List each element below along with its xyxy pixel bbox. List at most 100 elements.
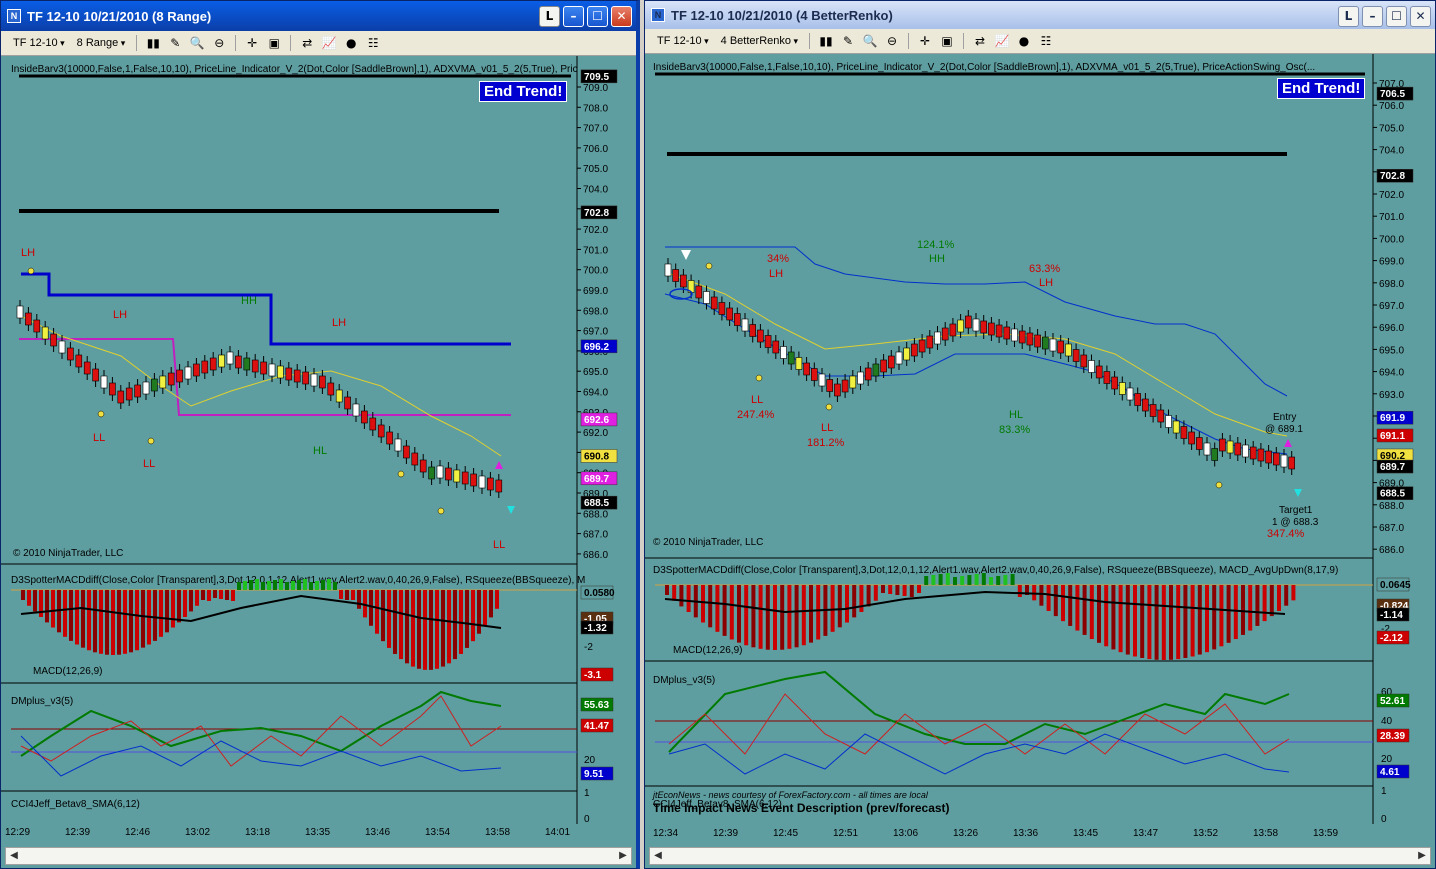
entry-arrow-icon	[1284, 439, 1292, 447]
candle	[117, 390, 125, 404]
drawing-tool-icon[interactable]: ✎	[839, 33, 857, 49]
crosshair-icon[interactable]: ✛	[916, 33, 934, 49]
close-button[interactable]: ✕	[1410, 6, 1431, 27]
time-axis-label: 13:58	[485, 827, 510, 838]
macd-bar	[780, 585, 785, 650]
strategy-icon[interactable]: ⇄	[971, 33, 989, 49]
price-tag-label: 688.5	[1380, 489, 1405, 500]
price-axis-label: 692.0	[583, 428, 608, 439]
zoom-out-icon[interactable]: ⊖	[883, 33, 901, 49]
indicator-tag-label: -3.1	[584, 670, 602, 681]
drawing-tool-icon[interactable]: ✎	[166, 35, 184, 51]
time-axis-label: 13:18	[245, 827, 270, 838]
indicator-tag-label: 0.0580	[584, 588, 615, 599]
chart-toolbar: TF 12-10 8 Range ▮▮ ✎ 🔍 ⊖ ✛ ▣ ⇄ 📈 ● ☷	[1, 31, 636, 56]
macd-bar	[69, 590, 73, 641]
crosshair-icon[interactable]: ✛	[243, 35, 261, 51]
candle	[470, 473, 477, 487]
macd-bar	[123, 590, 127, 654]
chart-area[interactable]: InsideBarv3(10000,False,1,False,10,10), …	[1, 56, 636, 844]
instrument-select[interactable]: TF 12-10	[653, 34, 713, 48]
candle	[1234, 442, 1242, 456]
price-axis-label: 695.0	[583, 367, 608, 378]
horizontal-scrollbar[interactable]: ◀ ▶	[5, 847, 632, 865]
macd-bar	[729, 585, 734, 640]
link-button[interactable]: L	[1338, 6, 1359, 27]
link-button[interactable]: L	[539, 6, 560, 27]
macd-bar	[1133, 585, 1137, 657]
macd-bar	[183, 590, 187, 617]
indicators-icon[interactable]: 📈	[320, 35, 338, 51]
indicators-icon[interactable]: 📈	[993, 33, 1011, 49]
time-axis-label: 13:36	[1013, 828, 1038, 839]
target-label: Target1	[1279, 505, 1313, 516]
price-tag-label: 690.8	[584, 451, 609, 462]
strategy-icon[interactable]: ⇄	[298, 35, 316, 51]
minimize-button[interactable]: –	[1362, 6, 1383, 27]
candle	[386, 431, 393, 445]
macd-histogram	[21, 579, 499, 670]
macd-bar	[1255, 585, 1260, 626]
candle	[1111, 376, 1118, 390]
candle	[159, 375, 167, 389]
period-select[interactable]: 8 Range	[73, 36, 130, 50]
swing-triangle-icon	[681, 250, 691, 260]
scroll-right-icon[interactable]: ▶	[1414, 848, 1430, 864]
scroll-left-icon[interactable]: ◀	[650, 848, 666, 864]
price-axis-label: 706.0	[1379, 101, 1404, 112]
maximize-button[interactable]: ☐	[1386, 6, 1407, 27]
macd-bar	[1190, 585, 1195, 657]
scroll-right-icon[interactable]: ▶	[615, 848, 631, 864]
chart-area[interactable]: InsideBarv3(10000,False,1,False,10,10), …	[645, 54, 1435, 844]
properties-icon[interactable]: ▣	[938, 33, 956, 49]
scroll-left-icon[interactable]: ◀	[6, 848, 22, 864]
minimize-button[interactable]: –	[563, 6, 584, 27]
orders-icon[interactable]: ●	[1015, 33, 1033, 49]
macd-bar	[794, 585, 799, 648]
price-axis-label: 698.0	[1379, 279, 1404, 290]
zoom-in-icon[interactable]: 🔍	[861, 33, 879, 49]
macd-bar	[351, 590, 355, 600]
zoom-out-icon[interactable]: ⊖	[210, 35, 228, 51]
title-bar[interactable]: N TF 12-10 10/21/2010 (8 Range) L – ☐ ✕	[1, 1, 636, 31]
macd-bar	[159, 590, 163, 637]
maximize-button[interactable]: ☐	[587, 6, 608, 27]
candle	[741, 318, 749, 332]
time-axis: 12:29 12:39 12:46 13:02 13:18 13:35 13:46 13:54…	[5, 827, 570, 838]
chart-style-icon[interactable]: ▮▮	[144, 35, 162, 51]
candle	[980, 320, 988, 334]
price-axis-label: 697.0	[1379, 301, 1404, 312]
period-select[interactable]: 4 BetterRenko	[717, 34, 802, 48]
end-trend-badge: End Trend!	[1277, 78, 1366, 99]
price-axis-label: 705.0	[583, 164, 608, 175]
macd-bar	[387, 590, 391, 648]
chart-window-8range: N TF 12-10 10/21/2010 (8 Range) L – ☐ ✕ …	[0, 0, 640, 869]
properties-icon[interactable]: ▣	[265, 35, 283, 51]
title-bar[interactable]: N TF 12-10 10/21/2010 (4 BetterRenko) L …	[645, 1, 1435, 29]
time-axis-label: 12:29	[5, 827, 30, 838]
data-box-icon[interactable]: ☷	[364, 35, 382, 51]
macd-bar	[447, 590, 451, 664]
candle	[949, 323, 957, 337]
macd-tag-group: 0.0580-1.05-1.32-3.1	[580, 585, 615, 682]
candle	[478, 475, 486, 489]
price-axis-label: 701.0	[583, 245, 608, 256]
macd-bar	[309, 582, 313, 590]
candle	[734, 313, 741, 326]
instrument-select[interactable]: TF 12-10	[9, 36, 69, 50]
price-axis-label: 708.0	[583, 103, 608, 114]
orders-icon[interactable]: ●	[342, 35, 360, 51]
macd-bar	[291, 581, 295, 590]
macd-bar	[787, 585, 792, 649]
horizontal-scrollbar[interactable]: ◀ ▶	[649, 847, 1431, 865]
data-box-icon[interactable]: ☷	[1037, 33, 1055, 49]
macd-bar	[369, 590, 373, 626]
candle	[268, 363, 276, 377]
zoom-in-icon[interactable]: 🔍	[188, 35, 206, 51]
close-button[interactable]: ✕	[611, 6, 632, 27]
price-axis-label: 706.0	[583, 144, 608, 155]
macd-bar	[339, 590, 343, 599]
macd-panel-label: D3SpotterMACDdiff(Close,Color [Transpare…	[653, 565, 1338, 576]
chart-style-icon[interactable]: ▮▮	[817, 33, 835, 49]
price-tag-label: 691.9	[1380, 413, 1405, 424]
